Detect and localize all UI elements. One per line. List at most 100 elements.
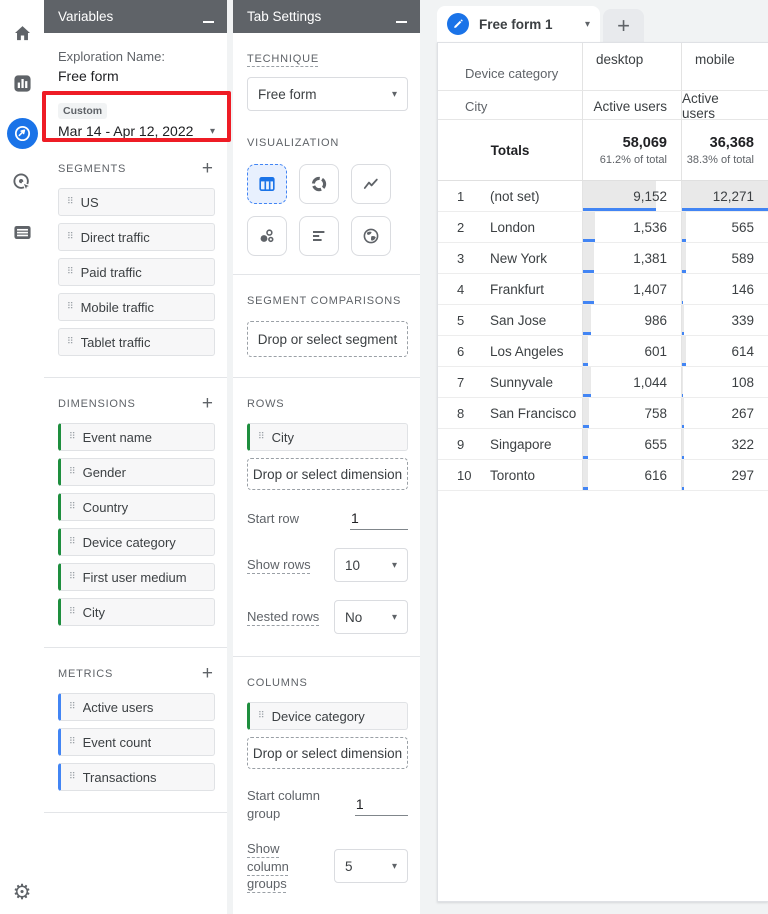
dimension-chip[interactable]: ⠿Country <box>58 493 215 521</box>
variables-panel: Variables Exploration Name: Free form Cu… <box>44 0 227 914</box>
row-rank: 5 <box>438 313 490 328</box>
rows-section: ROWS ⠿City Drop or select dimension Star… <box>233 377 420 656</box>
settings-gear-icon[interactable]: ⚙ <box>13 880 32 904</box>
bar-indicator <box>583 332 591 335</box>
show-rows-label: Show rows <box>247 556 311 574</box>
dimension-chip[interactable]: ⠿First user medium <box>58 563 215 591</box>
totals-cell: 58,06961.2% of total <box>583 120 682 180</box>
dimension-chip[interactable]: ⠿Device category <box>58 528 215 556</box>
segment-chip[interactable]: ⠿US <box>58 188 215 216</box>
cell-value: 1,536 <box>633 220 667 235</box>
drag-handle-icon: ⠿ <box>69 737 75 747</box>
table-row: 6Los Angeles601614 <box>438 336 768 367</box>
table-row: 5San Jose986339 <box>438 305 768 336</box>
chip-label: Transactions <box>83 770 157 785</box>
segment-chip[interactable]: ⠿Tablet traffic <box>58 328 215 356</box>
totals-label: Totals <box>438 120 583 180</box>
row-label-cell: 2London <box>438 212 583 242</box>
table-row: Device categorydesktopmobile <box>438 43 768 91</box>
value-cell: 616 <box>583 460 682 490</box>
show-rows-select[interactable]: 10 ▾ <box>334 548 408 582</box>
dimension-chip[interactable]: ⠿Event name <box>58 423 215 451</box>
analytics-explorations-app: ⚙ Variables Exploration Name: Free form … <box>0 0 768 914</box>
columns-dimension-chip[interactable]: ⠿Device category <box>247 702 408 730</box>
cell-value: 758 <box>644 406 667 421</box>
metric-chip[interactable]: ⠿Event count <box>58 728 215 756</box>
bar-indicator <box>583 394 591 397</box>
nested-rows-label: Nested rows <box>247 608 319 626</box>
technique-label: TECHNIQUE <box>247 53 319 65</box>
bar-indicator <box>583 425 589 428</box>
column-header: mobile <box>682 43 768 90</box>
row-city: Los Angeles <box>490 344 564 359</box>
cell-value: 565 <box>731 220 754 235</box>
columns-dimension-dropzone[interactable]: Drop or select dimension <box>247 737 408 769</box>
bar-background <box>682 243 686 273</box>
row-rank: 1 <box>438 189 490 204</box>
column-dimension-label: Device category <box>438 43 583 90</box>
chevron-down-icon: ▾ <box>210 126 215 137</box>
segment-chip[interactable]: ⠿Mobile traffic <box>58 293 215 321</box>
scatter-viz-icon[interactable] <box>247 216 287 256</box>
row-label-cell: 6Los Angeles <box>438 336 583 366</box>
donut-viz-icon[interactable] <box>299 164 339 204</box>
start-column-group-input[interactable]: 1 <box>355 794 408 816</box>
row-city: San Francisco <box>490 406 576 421</box>
bar-viz-icon[interactable] <box>299 216 339 256</box>
add-segment-button[interactable]: + <box>200 159 215 178</box>
minimize-variables-button[interactable] <box>203 11 215 23</box>
segment-dropzone[interactable]: Drop or select segment <box>247 321 408 357</box>
technique-select[interactable]: Free form ▾ <box>247 77 408 111</box>
exploration-canvas: Free form 1 ▾ + Device categorydesktopmo… <box>420 0 768 914</box>
show-column-groups-select[interactable]: 5 ▾ <box>334 849 408 883</box>
value-cell: 339 <box>682 305 768 335</box>
line-viz-icon[interactable] <box>351 164 391 204</box>
table-row: 4Frankfurt1,407146 <box>438 274 768 305</box>
pencil-icon <box>447 13 469 35</box>
nested-rows-select[interactable]: No ▾ <box>334 600 408 634</box>
table-viz-icon[interactable] <box>247 164 287 204</box>
row-rank: 8 <box>438 406 490 421</box>
bar-background <box>583 429 588 459</box>
cell-value: 616 <box>644 468 667 483</box>
rows-dimension-chip[interactable]: ⠿City <box>247 423 408 451</box>
chevron-down-icon: ▾ <box>585 19 590 30</box>
bar-indicator <box>682 270 686 273</box>
advertising-icon[interactable] <box>5 165 39 199</box>
tab-free-form-1[interactable]: Free form 1 ▾ <box>437 6 600 42</box>
dimensions-list: ⠿Event name ⠿Gender ⠿Country ⠿Device catego… <box>58 423 215 626</box>
minimize-tab-settings-button[interactable] <box>396 11 408 23</box>
start-column-group-label: Start column group <box>247 787 355 822</box>
exploration-name-value[interactable]: Free form <box>58 68 215 84</box>
date-range-block[interactable]: Custom Mar 14 - Apr 12, 2022 ▾ <box>58 101 215 139</box>
drag-handle-icon: ⠿ <box>69 502 75 512</box>
chevron-down-icon: ▾ <box>392 560 397 571</box>
table-row: CityActive usersActive users <box>438 91 768 120</box>
row-rank: 10 <box>438 468 490 483</box>
home-icon[interactable] <box>5 16 39 50</box>
visualization-grid <box>247 164 408 256</box>
library-icon[interactable] <box>5 215 39 249</box>
row-rank: 7 <box>438 375 490 390</box>
tab-settings-title: Tab Settings <box>247 9 321 24</box>
metric-chip[interactable]: ⠿Active users <box>58 693 215 721</box>
segment-comparisons-section: SEGMENT COMPARISONS Drop or select segme… <box>233 274 420 377</box>
value-cell: 322 <box>682 429 768 459</box>
reports-icon[interactable] <box>5 66 39 100</box>
segment-chip[interactable]: ⠿Paid traffic <box>58 258 215 286</box>
bar-indicator <box>583 301 594 304</box>
add-metric-button[interactable]: + <box>200 664 215 683</box>
value-cell: 758 <box>583 398 682 428</box>
segment-chip[interactable]: ⠿Direct traffic <box>58 223 215 251</box>
geo-viz-icon[interactable] <box>351 216 391 256</box>
dimension-chip[interactable]: ⠿City <box>58 598 215 626</box>
dimension-chip[interactable]: ⠿Gender <box>58 458 215 486</box>
rows-dimension-dropzone[interactable]: Drop or select dimension <box>247 458 408 490</box>
metric-header: Active users <box>583 91 682 121</box>
add-dimension-button[interactable]: + <box>200 394 215 413</box>
add-tab-button[interactable]: + <box>603 9 644 42</box>
start-row-input[interactable]: 1 <box>350 508 408 530</box>
date-range-selector[interactable]: Mar 14 - Apr 12, 2022 ▾ <box>58 123 215 139</box>
metric-chip[interactable]: ⠿Transactions <box>58 763 215 791</box>
explore-icon[interactable] <box>7 118 38 149</box>
